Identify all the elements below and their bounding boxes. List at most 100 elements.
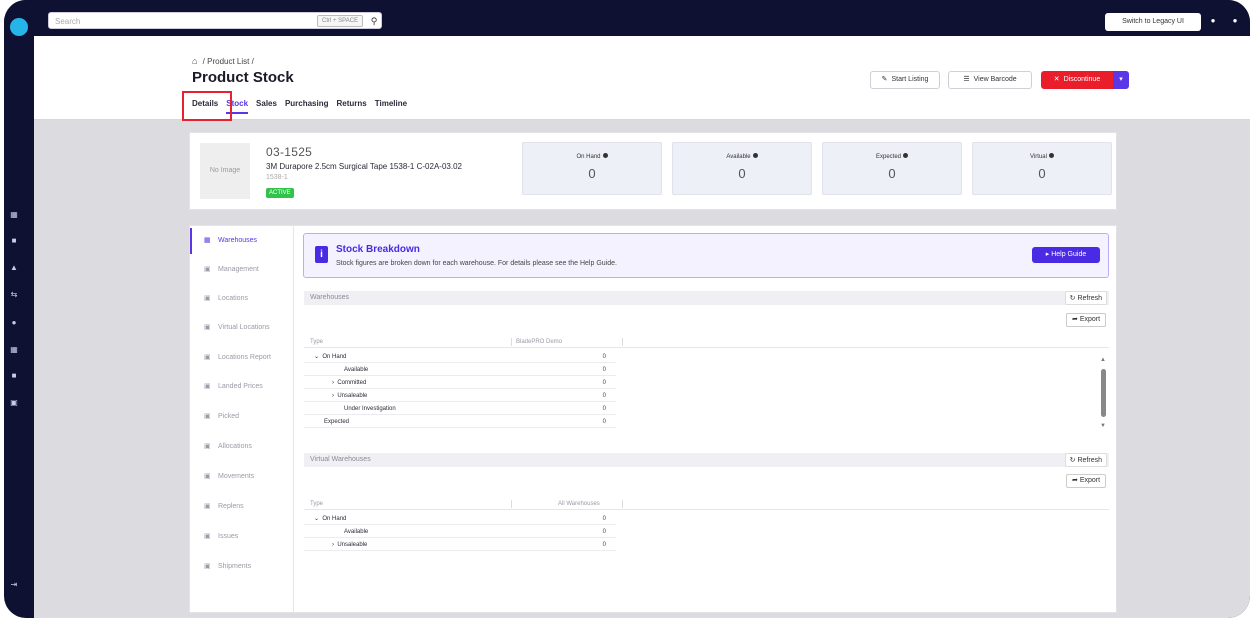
product-card: No Image 03-1525 3M Durapore 2.5cm Surgi… bbox=[189, 132, 1117, 210]
reports-icon[interactable]: ▦ bbox=[9, 210, 19, 220]
discontinue-button[interactable]: ✕ Discontinue bbox=[1041, 71, 1113, 89]
search-bar[interactable]: Ctrl + SPACE ⚲ bbox=[48, 12, 382, 29]
tab-purchasing[interactable]: Purchasing bbox=[285, 99, 329, 114]
subnav-replens[interactable]: ▣ Replens bbox=[190, 494, 294, 520]
subnav-allocations[interactable]: ▣ Allocations bbox=[190, 434, 294, 460]
stock-panel: ▦ Warehouses ▣ Management ▣ Locations ▣ Virt… bbox=[189, 225, 1117, 613]
warehouse-icon: ▦ bbox=[204, 237, 211, 244]
scroll-up-icon[interactable]: ▲ bbox=[1100, 357, 1106, 363]
table-row[interactable]: › Unsaleable 0 bbox=[304, 390, 616, 402]
subnav-shipments[interactable]: ▣ Shipments bbox=[190, 554, 294, 580]
search-icon[interactable]: ⚲ bbox=[367, 14, 381, 28]
virtual-location-icon: ▣ bbox=[204, 324, 211, 331]
pencil-icon: ✎ bbox=[881, 76, 888, 83]
stat-virtual: Virtual 0 bbox=[972, 142, 1112, 195]
page-header: ⌂ / Product List / Product Stock Details… bbox=[34, 36, 1250, 121]
movement-icon: ▣ bbox=[204, 473, 211, 480]
stat-on-hand: On Hand 0 bbox=[522, 142, 662, 195]
info-icon: i bbox=[315, 246, 328, 263]
table-row: Under Investigation 0 bbox=[304, 403, 616, 415]
database-icon[interactable]: ▣ bbox=[9, 398, 19, 408]
app-frame: Ctrl + SPACE ⚲ Switch to Legacy UI ● ● ▦… bbox=[4, 0, 1250, 618]
subnav-landed-prices[interactable]: ▣ Landed Prices bbox=[190, 374, 294, 400]
chat-icon[interactable]: ● bbox=[1208, 16, 1218, 26]
chevron-down-icon: ▾ bbox=[1119, 76, 1123, 83]
issue-icon: ▣ bbox=[204, 533, 211, 540]
view-barcode-button[interactable]: ☰ View Barcode bbox=[948, 71, 1032, 89]
cart-icon[interactable]: ▲ bbox=[9, 263, 19, 273]
subnav-picked[interactable]: ▣ Picked bbox=[190, 404, 294, 430]
warehouses-refresh-button[interactable]: ↻ Refresh bbox=[1064, 291, 1107, 305]
breadcrumb-product-list[interactable]: Product List bbox=[207, 57, 249, 66]
search-input[interactable] bbox=[55, 14, 305, 28]
user-icon[interactable]: ● bbox=[1230, 16, 1240, 26]
subnav-warehouses[interactable]: ▦ Warehouses bbox=[190, 228, 294, 254]
price-icon: ▣ bbox=[204, 383, 211, 390]
truck-icon[interactable]: ■ bbox=[9, 371, 19, 381]
share-icon: ➦ bbox=[1072, 477, 1080, 484]
page-title: Product Stock bbox=[192, 69, 294, 86]
info-icon[interactable] bbox=[752, 153, 758, 158]
logo-icon[interactable] bbox=[10, 18, 28, 36]
product-sku: 03-1525 bbox=[266, 145, 313, 159]
warehouses-grid-header: Type BladePRO Demo bbox=[304, 336, 1109, 348]
stat-expected: Expected 0 bbox=[822, 142, 962, 195]
table-row: Available 0 bbox=[304, 526, 616, 538]
virtual-refresh-button[interactable]: ↻ Refresh bbox=[1064, 453, 1107, 467]
picked-icon: ▣ bbox=[204, 413, 211, 420]
inventory-icon[interactable]: ■ bbox=[9, 236, 19, 246]
virtual-export-button[interactable]: ➦ Export bbox=[1066, 474, 1107, 488]
table-row[interactable]: › Unsaleable 0 bbox=[304, 539, 616, 551]
product-image-placeholder: No Image bbox=[200, 143, 250, 199]
info-icon[interactable] bbox=[602, 153, 608, 158]
table-row[interactable]: ⌄ On Hand 0 bbox=[304, 351, 616, 363]
subnav-locations-report[interactable]: ▣ Locations Report bbox=[190, 345, 294, 371]
left-rail: ▦ ■ ▲ ⇆ ● ▦ ■ ▣ ⇥ bbox=[4, 36, 34, 618]
top-bar: Ctrl + SPACE ⚲ Switch to Legacy UI ● ● bbox=[4, 0, 1250, 36]
shipment-icon: ▣ bbox=[204, 563, 211, 570]
product-name: 3M Durapore 2.5cm Surgical Tape 1538-1 C… bbox=[266, 162, 462, 171]
close-icon: ✕ bbox=[1053, 76, 1060, 83]
banner-title: Stock Breakdown bbox=[336, 244, 420, 255]
breadcrumb-sep: / bbox=[202, 57, 205, 66]
tab-returns[interactable]: Returns bbox=[337, 99, 367, 114]
transfer-icon[interactable]: ⇆ bbox=[9, 290, 19, 300]
barcode-icon: ☰ bbox=[963, 76, 970, 83]
subnav-management[interactable]: ▣ Management bbox=[190, 257, 294, 283]
info-icon[interactable] bbox=[1048, 153, 1054, 158]
share-icon: ➦ bbox=[1072, 316, 1080, 323]
breadcrumb-sep: / bbox=[251, 57, 254, 66]
warehouses-section-header: Warehouses ↻ Refresh bbox=[304, 291, 1109, 305]
table-row[interactable]: ⌄ On Hand 0 bbox=[304, 513, 616, 525]
switch-legacy-button[interactable]: Switch to Legacy UI bbox=[1105, 13, 1201, 31]
banner-text: Stock figures are broken down for each w… bbox=[336, 260, 617, 267]
table-row[interactable]: › Committed 0 bbox=[304, 377, 616, 389]
virtual-warehouses-section-header: Virtual Warehouses ↻ Refresh bbox=[304, 453, 1109, 467]
warehouses-export-button[interactable]: ➦ Export bbox=[1066, 313, 1107, 327]
stock-subnav: ▦ Warehouses ▣ Management ▣ Locations ▣ Virt… bbox=[190, 226, 294, 612]
subnav-virtual-locations[interactable]: ▣ Virtual Locations bbox=[190, 315, 294, 341]
expand-icon[interactable]: ⇥ bbox=[9, 580, 19, 590]
tab-sales[interactable]: Sales bbox=[256, 99, 277, 114]
tab-timeline[interactable]: Timeline bbox=[375, 99, 407, 114]
subnav-movements[interactable]: ▣ Movements bbox=[190, 464, 294, 490]
scroll-down-icon[interactable]: ▼ bbox=[1100, 423, 1106, 429]
start-listing-button[interactable]: ✎ Start Listing bbox=[870, 71, 940, 89]
discontinue-dropdown[interactable]: ▾ bbox=[1113, 71, 1129, 89]
scroll-thumb[interactable] bbox=[1100, 369, 1106, 417]
virtual-grid-header: Type All Warehouses bbox=[304, 498, 1109, 510]
product-sub-sku: 1538-1 bbox=[266, 174, 288, 181]
report-icon: ▣ bbox=[204, 354, 211, 361]
home-icon[interactable]: ⌂ bbox=[192, 56, 197, 66]
allocation-icon: ▣ bbox=[204, 443, 211, 450]
subnav-issues[interactable]: ▣ Issues bbox=[190, 524, 294, 550]
warehouses-scrollbar[interactable]: ▲ ▼ bbox=[1100, 357, 1106, 429]
breadcrumb: ⌂ / Product List / bbox=[192, 56, 254, 66]
status-badge: ACTIVE bbox=[266, 188, 294, 198]
info-icon[interactable] bbox=[903, 153, 909, 158]
search-shortcut: Ctrl + SPACE bbox=[317, 15, 364, 27]
globe-icon[interactable]: ● bbox=[9, 318, 19, 328]
subnav-locations[interactable]: ▣ Locations bbox=[190, 286, 294, 312]
chart-icon[interactable]: ▦ bbox=[9, 345, 19, 355]
help-guide-button[interactable]: ▸ Help Guide bbox=[1032, 247, 1100, 263]
